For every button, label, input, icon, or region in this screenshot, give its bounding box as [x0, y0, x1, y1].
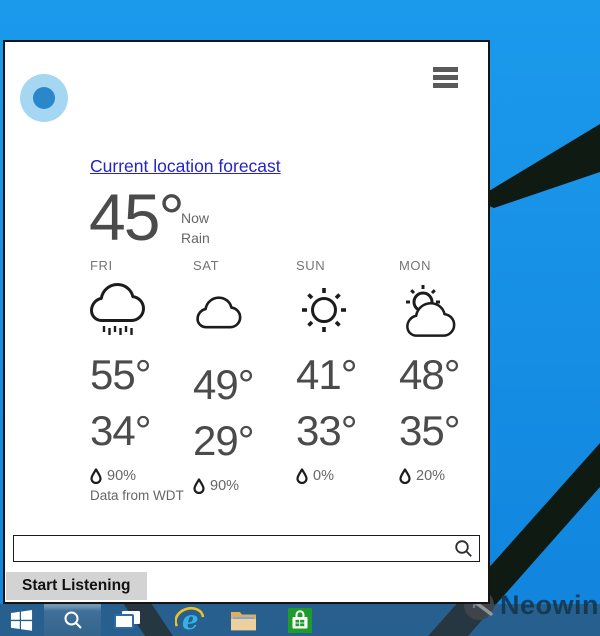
task-view-button[interactable] — [106, 604, 148, 636]
data-attribution: Data from WDT — [90, 488, 184, 503]
partly-cloudy-icon — [399, 280, 459, 354]
rain-cloud-icon — [90, 280, 148, 354]
day-name: SAT — [193, 258, 219, 280]
menu-bar — [433, 67, 458, 72]
now-label: Now — [181, 208, 210, 228]
cortana-panel: Current location forecast 45° Now Rain F… — [3, 40, 490, 604]
cortana-orb-icon[interactable] — [20, 74, 68, 122]
cortana-orb-inner — [33, 87, 55, 109]
hamburger-menu-icon[interactable] — [433, 67, 458, 91]
cloud-icon — [193, 280, 247, 364]
current-temp: 45° — [89, 184, 183, 250]
current-location-forecast-link[interactable]: Current location forecast — [90, 156, 281, 177]
current-conditions: Now Rain — [181, 208, 210, 249]
forecast-day-column: SUN 41° 33° 0% — [296, 258, 399, 494]
forecast-day-column: MON 48° 35° 20% — [399, 258, 502, 494]
forecast-day-column: SAT 49° 29° 90% — [193, 258, 296, 494]
cortana-search-box — [13, 535, 480, 562]
start-listening-button[interactable]: Start Listening — [6, 572, 147, 600]
low-temp: 35° — [399, 410, 460, 466]
menu-bar — [433, 75, 458, 80]
search-input[interactable] — [18, 536, 452, 561]
ie-icon: e — [175, 606, 205, 634]
start-button[interactable] — [0, 604, 42, 636]
windows-logo-icon — [10, 609, 33, 632]
droplet-icon — [90, 468, 102, 484]
condition-label: Rain — [181, 228, 210, 248]
high-temp: 41° — [296, 354, 357, 410]
precip-value: 90% — [107, 468, 136, 484]
precip-row: 0% — [296, 468, 334, 484]
store-icon — [287, 606, 313, 634]
file-explorer-button[interactable] — [222, 604, 264, 636]
sun-icon — [296, 280, 352, 354]
droplet-icon — [399, 468, 411, 484]
forecast-day-column: FRI 55° 34° 90% — [90, 258, 193, 494]
search-icon[interactable] — [454, 539, 473, 558]
precip-row: 20% — [399, 468, 445, 484]
precip-value: 0% — [313, 468, 334, 484]
taskbar-search-button[interactable] — [44, 604, 101, 636]
precip-value: 20% — [416, 468, 445, 484]
screen: { "cortana": { "orb_icon": "cortana-orb-… — [0, 0, 600, 636]
search-icon — [63, 610, 83, 630]
droplet-icon — [193, 478, 205, 494]
low-temp: 33° — [296, 410, 357, 466]
high-temp: 48° — [399, 354, 460, 410]
day-name: FRI — [90, 258, 113, 280]
day-name: SUN — [296, 258, 325, 280]
task-view-icon — [114, 610, 141, 630]
day-name: MON — [399, 258, 431, 280]
neowin-wordmark: Neowin — [500, 590, 599, 621]
internet-explorer-button[interactable]: e — [168, 604, 212, 636]
store-button[interactable] — [282, 604, 318, 636]
high-temp: 55° — [90, 354, 151, 410]
droplet-icon — [296, 468, 308, 484]
folder-icon — [230, 609, 257, 631]
high-temp: 49° — [193, 364, 254, 420]
low-temp: 34° — [90, 410, 151, 466]
low-temp: 29° — [193, 420, 254, 476]
menu-bar — [433, 83, 458, 88]
precip-row: 90% — [90, 468, 136, 484]
forecast-grid: FRI 55° 34° 90% SAT — [90, 258, 502, 494]
precip-value: 90% — [210, 478, 239, 494]
precip-row: 90% — [193, 478, 239, 494]
